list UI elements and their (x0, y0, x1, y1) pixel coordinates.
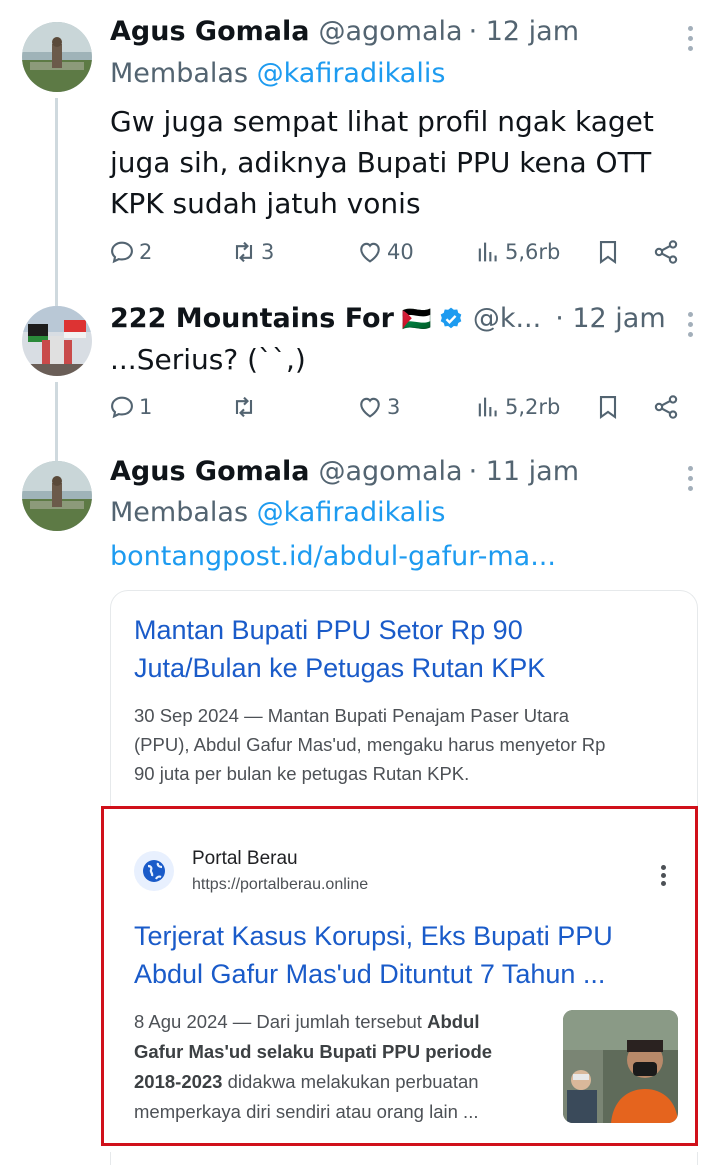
like-button[interactable]: 3 (356, 393, 400, 421)
replying-to: Membalas @kafiradikalis (110, 497, 445, 528)
tweet-header: 222 Mountains For 🇵🇸 @k... · 12 jam (110, 303, 666, 334)
more-options-icon[interactable] (686, 26, 694, 56)
views-icon (478, 242, 497, 262)
snippet-text: memperkaya diri sendiri atau orang lain … (134, 1101, 479, 1122)
bookmark-button[interactable] (594, 238, 625, 266)
result-title[interactable]: Mantan Bupati PPU Setor Rp 90 Juta/Bulan… (134, 611, 674, 687)
views-icon (478, 397, 497, 417)
display-name[interactable]: Agus Gomala (110, 16, 309, 47)
tweet-text: ...Serius? (``,) (110, 339, 680, 380)
tweet-text: Gw juga sempat lihat profil ngak kaget j… (110, 101, 680, 224)
bookmark-button[interactable] (594, 393, 625, 421)
tweet-text-line: KPK sudah jatuh vonis (110, 187, 421, 220)
tweet-text-line: ...Serius? (``,) (110, 343, 306, 376)
like-button[interactable]: 40 (356, 238, 414, 266)
user-handle[interactable]: @agomala (318, 456, 462, 487)
views-button[interactable]: 5,6rb (474, 238, 560, 266)
site-name[interactable]: Portal Berau (192, 848, 298, 870)
reply-button[interactable]: 2 (108, 238, 152, 266)
flag-emoji: 🇵🇸 (401, 304, 432, 333)
reply-count: 2 (139, 240, 153, 264)
more-options-icon[interactable] (661, 865, 667, 889)
more-options-icon[interactable] (686, 312, 694, 342)
reply-icon (111, 241, 133, 264)
tweet-header: Agus Gomala @agomala · 12 jam (110, 16, 579, 47)
mention-link[interactable]: @kafiradikalis (257, 497, 446, 528)
avatar[interactable] (22, 306, 92, 376)
mention-link[interactable]: @kafiradikalis (257, 58, 446, 89)
verified-badge-icon (440, 307, 462, 328)
result-title[interactable]: Terjerat Kasus Korupsi, Eks Bupati PPU A… (134, 917, 674, 993)
user-handle[interactable]: @k... (473, 303, 541, 334)
snippet-line: 30 Sep 2024 — Mantan Bupati Penajam Pase… (134, 705, 570, 726)
highlighted-search-result[interactable]: Portal Berau https://portalberau.online … (101, 806, 698, 1146)
tweet-link[interactable]: bontangpost.id/abdul-gafur-ma... (110, 541, 556, 572)
reply-count: 1 (139, 395, 153, 419)
tweet-text-line: juga sih, adiknya Bupati PPU kena OTT (110, 146, 652, 179)
snippet-text: didakwa melakukan perbuatan (222, 1071, 479, 1092)
avatar[interactable] (22, 461, 92, 531)
search-result-card[interactable]: Mantan Bupati PPU Setor Rp 90 Juta/Bulan… (110, 590, 698, 808)
tweet-header: Agus Gomala @agomala · 11 jam (110, 456, 579, 487)
like-count: 40 (387, 240, 414, 264)
share-icon (654, 240, 678, 264)
tweet-text-line: Gw juga sempat lihat profil ngak kaget (110, 105, 654, 138)
snippet-text: 8 Agu 2024 — Dari jumlah tersebut (134, 1011, 428, 1032)
timestamp[interactable]: · 11 jam (469, 456, 579, 487)
views-button[interactable]: 5,2rb (474, 393, 560, 421)
avatar[interactable] (22, 22, 92, 92)
site-url[interactable]: https://portalberau.online (192, 876, 368, 894)
share-button[interactable] (652, 393, 683, 421)
thread-line (55, 98, 58, 308)
replying-label: Membalas (110, 58, 249, 89)
snippet-line: (PPU), Abdul Gafur Mas'ud, mengaku harus… (134, 734, 606, 755)
share-icon (654, 395, 678, 419)
result-title-line: Mantan Bupati PPU Setor Rp 90 (134, 615, 523, 645)
bookmark-icon (599, 396, 617, 419)
replying-to: Membalas @kafiradikalis (110, 58, 445, 89)
snippet-bold: 2018-2023 (134, 1071, 223, 1092)
tweet-actions: 1 3 5,2rb (108, 393, 688, 427)
timestamp[interactable]: · 12 jam (469, 16, 579, 47)
result-title-line: Terjerat Kasus Korupsi, Eks Bupati PPU (134, 921, 613, 951)
like-count: 3 (387, 395, 401, 419)
retweet-button[interactable]: 3 (230, 238, 274, 266)
share-button[interactable] (652, 238, 683, 266)
result-snippet: 8 Agu 2024 — Dari jumlah tersebut Abdul … (134, 1007, 539, 1127)
result-thumbnail[interactable] (563, 1010, 678, 1123)
display-name[interactable]: 222 Mountains For (110, 303, 394, 334)
replying-label: Membalas (110, 497, 249, 528)
result-title-line: Abdul Gafur Mas'ud Dituntut 7 Tahun ... (134, 959, 606, 989)
retweet-icon (235, 241, 253, 263)
views-count: 5,6rb (505, 240, 561, 264)
retweet-button[interactable] (230, 393, 261, 421)
views-count: 5,2rb (505, 395, 561, 419)
snippet-line: 90 juta per bulan ke petugas Rutan KPK. (134, 763, 470, 784)
globe-icon (134, 851, 174, 891)
card-bottom-edge (110, 1152, 698, 1165)
heart-icon (360, 242, 380, 263)
heart-icon (360, 397, 380, 418)
timestamp[interactable]: · 12 jam (555, 303, 665, 334)
result-snippet: 30 Sep 2024 — Mantan Bupati Penajam Pase… (134, 701, 679, 788)
reply-button[interactable]: 1 (108, 393, 152, 421)
bookmark-icon (599, 241, 617, 264)
thread-line (55, 382, 58, 462)
snippet-bold: Abdul (427, 1011, 480, 1032)
result-title-line: Juta/Bulan ke Petugas Rutan KPK (134, 653, 546, 683)
retweet-icon (235, 396, 253, 418)
display-name[interactable]: Agus Gomala (110, 456, 309, 487)
reply-icon (111, 396, 133, 419)
snippet-bold: Gafur Mas'ud selaku Bupati PPU periode (134, 1041, 493, 1062)
retweet-count: 3 (261, 240, 275, 264)
tweet-actions: 2 3 40 5,6rb (108, 238, 688, 272)
more-options-icon[interactable] (686, 466, 694, 496)
user-handle[interactable]: @agomala (318, 16, 462, 47)
